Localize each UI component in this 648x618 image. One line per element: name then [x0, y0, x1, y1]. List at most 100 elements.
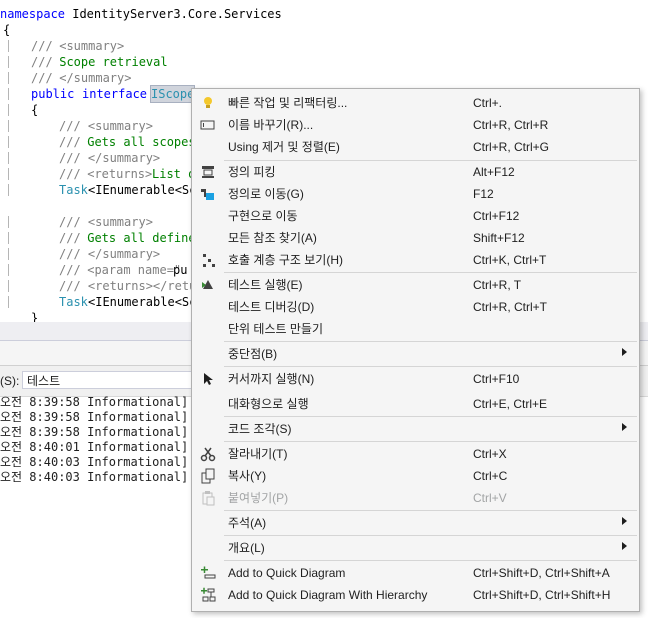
- indent-guide: [8, 296, 9, 308]
- menu-item-execute-interactive[interactable]: 대화형으로 실행 Ctrl+E, Ctrl+E: [192, 393, 639, 415]
- interface-name[interactable]: IScope: [149, 85, 196, 103]
- menu-item-go-to-implementation[interactable]: 구현으로 이동 Ctrl+F12: [192, 205, 639, 227]
- indent-guide: [8, 232, 9, 244]
- menu-item-copy[interactable]: 복사(Y) Ctrl+C: [192, 465, 639, 487]
- menu-label: 이름 바꾸기(R)...: [228, 118, 314, 132]
- menu-item-view-call-hierarchy[interactable]: 호출 계층 구조 보기(H) Ctrl+K, Ctrl+T: [192, 249, 639, 271]
- rename-icon: [200, 117, 216, 133]
- menu-label: 주석(A): [228, 516, 267, 530]
- menu-label: 테스트 실행(E): [228, 278, 303, 292]
- method-signature: <IEnumerable<Sc: [88, 295, 197, 309]
- doc-comment-slashes: ///: [59, 231, 81, 245]
- menu-label: 테스트 디버깅(D): [228, 300, 315, 314]
- menu-item-create-unit-tests[interactable]: 단위 테스트 만들기: [192, 318, 639, 340]
- menu-shortcut: Ctrl+Shift+D, Ctrl+Shift+H: [473, 588, 611, 602]
- menu-label: 커서까지 실행(N): [228, 372, 315, 386]
- cut-icon: [200, 446, 216, 462]
- code-line: namespace IdentityServer3.Core.Services: [0, 6, 282, 22]
- indent-guide: [8, 136, 9, 148]
- menu-separator: [224, 535, 637, 536]
- output-source-dropdown[interactable]: 테스트: [22, 371, 192, 389]
- menu-label: 호출 계층 구조 보기(H): [228, 253, 343, 267]
- add-diagram-hierarchy-icon: [200, 587, 216, 603]
- indent-guide: [8, 56, 9, 68]
- type-name: Task: [59, 295, 88, 309]
- menu-shortcut: Ctrl+R, T: [473, 278, 522, 292]
- menu-item-annotation[interactable]: 주석(A): [192, 512, 639, 534]
- lightbulb-icon: [200, 95, 216, 111]
- menu-separator: [224, 416, 637, 417]
- namespace-name: IdentityServer3.Core.Services: [65, 7, 282, 21]
- menu-shortcut: Ctrl+.: [473, 96, 503, 110]
- code-line: {: [0, 102, 38, 118]
- code-line: Task <IEnumerable<Sc: [0, 294, 196, 310]
- doc-comment-text: Gets all define: [80, 231, 196, 245]
- menu-label: 모든 참조 찾기(A): [228, 231, 317, 245]
- menu-shortcut: Ctrl+X: [473, 447, 507, 461]
- menu-label: 개요(L): [228, 541, 265, 555]
- doc-comment-tag: /// </summary>: [59, 247, 161, 261]
- doc-comment-tag: </summary>: [52, 71, 132, 85]
- menu-shortcut: Ctrl+F12: [473, 209, 520, 223]
- call-hierarchy-icon: [200, 252, 216, 268]
- menu-item-quick-actions[interactable]: 빠른 작업 및 리팩터링... Ctrl+.: [192, 92, 639, 114]
- menu-label: 중단점(B): [228, 347, 278, 361]
- code-line: }: [0, 310, 38, 322]
- doc-comment-slashes: ///: [31, 55, 53, 69]
- menu-item-find-all-references[interactable]: 모든 참조 찾기(A) Shift+F12: [192, 227, 639, 249]
- menu-separator: [224, 560, 637, 561]
- menu-item-go-to-definition[interactable]: 정의로 이동(G) F12: [192, 183, 639, 205]
- menu-shortcut: Ctrl+R, Ctrl+G: [473, 140, 550, 154]
- doc-comment-slashes: ///: [59, 167, 81, 181]
- code-line: /// Gets all scopes: [0, 134, 196, 150]
- menu-item-add-to-quick-diagram[interactable]: Add to Quick Diagram Ctrl+Shift+D, Ctrl+…: [192, 562, 639, 584]
- menu-item-outlining[interactable]: 개요(L): [192, 537, 639, 559]
- menu-item-run-to-cursor[interactable]: 커서까지 실행(N) Ctrl+F10: [192, 368, 639, 390]
- brace: {: [3, 23, 11, 37]
- menu-item-code-snippets[interactable]: 코드 조각(S): [192, 418, 639, 440]
- doc-comment-tag: <returns>: [80, 167, 153, 181]
- code-line: /// <param name=" pu: [0, 262, 187, 278]
- menu-item-rename[interactable]: 이름 바꾸기(R)... Ctrl+R, Ctrl+R: [192, 114, 639, 136]
- menu-shortcut: Ctrl+Shift+D, Ctrl+Shift+A: [473, 566, 610, 580]
- doc-comment-slashes: ///: [59, 135, 81, 149]
- menu-separator: [224, 272, 637, 273]
- keyword: public: [31, 87, 75, 101]
- code-line: public interface IScope: [0, 85, 196, 103]
- menu-item-add-to-quick-diagram-hierarchy[interactable]: Add to Quick Diagram With Hierarchy Ctrl…: [192, 584, 639, 606]
- method-signature: <IEnumerable<Sc: [88, 183, 197, 197]
- run-to-cursor-icon: [200, 371, 216, 387]
- indent-guide: [8, 168, 9, 180]
- doc-comment-tag: /// <summary>: [59, 119, 153, 133]
- doc-comment-tag: /// <summary>: [59, 215, 153, 229]
- menu-shortcut: Ctrl+E, Ctrl+E: [473, 397, 548, 411]
- menu-label: Using 제거 및 정렬(E): [228, 140, 340, 154]
- menu-item-run-tests[interactable]: 테스트 실행(E) Ctrl+R, T: [192, 274, 639, 296]
- indent-guide: [8, 264, 9, 276]
- menu-shortcut: Ctrl+C: [473, 469, 508, 483]
- doc-comment-tag: <param name=": [80, 263, 182, 277]
- menu-shortcut: Ctrl+F10: [473, 372, 520, 386]
- menu-item-remove-sort-usings[interactable]: Using 제거 및 정렬(E) Ctrl+R, Ctrl+G: [192, 136, 639, 158]
- code-line: Task <IEnumerable<Sc: [0, 182, 196, 198]
- indent-guide: [8, 248, 9, 260]
- menu-item-debug-tests[interactable]: 테스트 디버깅(D) Ctrl+R, Ctrl+T: [192, 296, 639, 318]
- paste-icon: [200, 490, 216, 506]
- doc-comment-tag: <summary>: [52, 39, 125, 53]
- menu-label: 정의 피킹: [228, 165, 276, 179]
- go-to-definition-icon: [200, 186, 216, 202]
- menu-shortcut: Ctrl+R, Ctrl+T: [473, 300, 548, 314]
- doc-comment-slashes: ///: [31, 71, 53, 85]
- menu-item-breakpoint[interactable]: 중단점(B): [192, 343, 639, 365]
- indent-guide: [8, 280, 9, 292]
- doc-comment-slashes: ///: [59, 263, 81, 277]
- menu-label: 대화형으로 실행: [228, 397, 309, 411]
- menu-item-peek-definition[interactable]: 정의 피킹 Alt+F12: [192, 161, 639, 183]
- submenu-arrow-icon: [622, 517, 627, 525]
- menu-separator: [224, 510, 637, 511]
- indent-guide: [8, 104, 9, 116]
- doc-comment-slashes: ///: [31, 39, 53, 53]
- menu-item-cut[interactable]: 잘라내기(T) Ctrl+X: [192, 443, 639, 465]
- doc-comment-tag: /// </summary>: [59, 151, 161, 165]
- indent-guide: [8, 216, 9, 228]
